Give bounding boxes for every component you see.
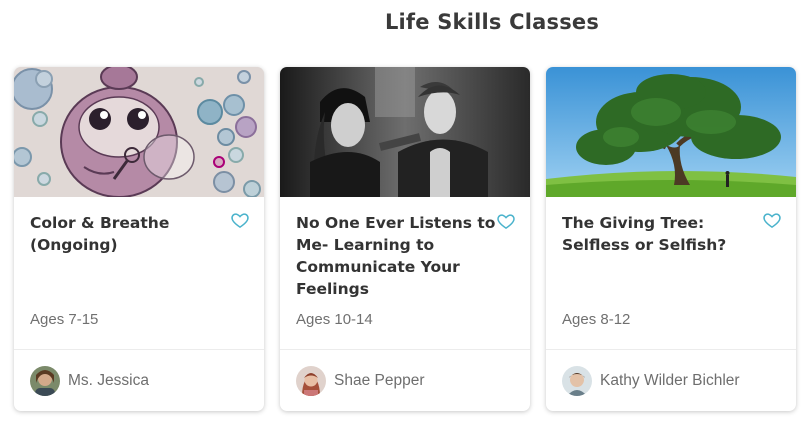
class-title[interactable]: Color & Breathe (Ongoing) [30, 212, 230, 256]
heart-outline-icon[interactable] [230, 210, 250, 230]
class-thumbnail[interactable] [14, 67, 264, 197]
avatar [562, 366, 592, 396]
class-title[interactable]: No One Ever Listens to Me- Learning to C… [296, 212, 496, 300]
teacher-link[interactable]: Shae Pepper [296, 365, 425, 397]
age-range: Ages 8-12 [562, 311, 631, 328]
class-card[interactable]: The Giving Tree: Selfless or Selfish? Ag… [546, 67, 796, 411]
age-range: Ages 7-15 [30, 311, 99, 328]
avatar [296, 366, 326, 396]
class-thumbnail[interactable] [280, 67, 530, 197]
teacher-name[interactable]: Ms. Jessica [68, 372, 149, 390]
heart-outline-icon[interactable] [496, 211, 516, 231]
age-range: Ages 10-14 [296, 311, 373, 328]
card-divider [546, 349, 796, 350]
teacher-name[interactable]: Kathy Wilder Bichler [600, 372, 740, 390]
class-card[interactable]: Color & Breathe (Ongoing) Ages 7-15 Ms. … [14, 67, 264, 411]
avatar [30, 366, 60, 396]
teacher-link[interactable]: Kathy Wilder Bichler [562, 365, 740, 397]
teacher-name[interactable]: Shae Pepper [334, 372, 425, 390]
card-divider [280, 349, 530, 350]
card-divider [14, 349, 264, 350]
class-card[interactable]: No One Ever Listens to Me- Learning to C… [280, 67, 530, 411]
section-title: Life Skills Classes [384, 10, 600, 34]
class-title[interactable]: The Giving Tree: Selfless or Selfish? [562, 212, 762, 256]
teacher-link[interactable]: Ms. Jessica [30, 365, 149, 397]
class-thumbnail[interactable] [546, 67, 796, 197]
heart-outline-icon[interactable] [762, 210, 782, 230]
